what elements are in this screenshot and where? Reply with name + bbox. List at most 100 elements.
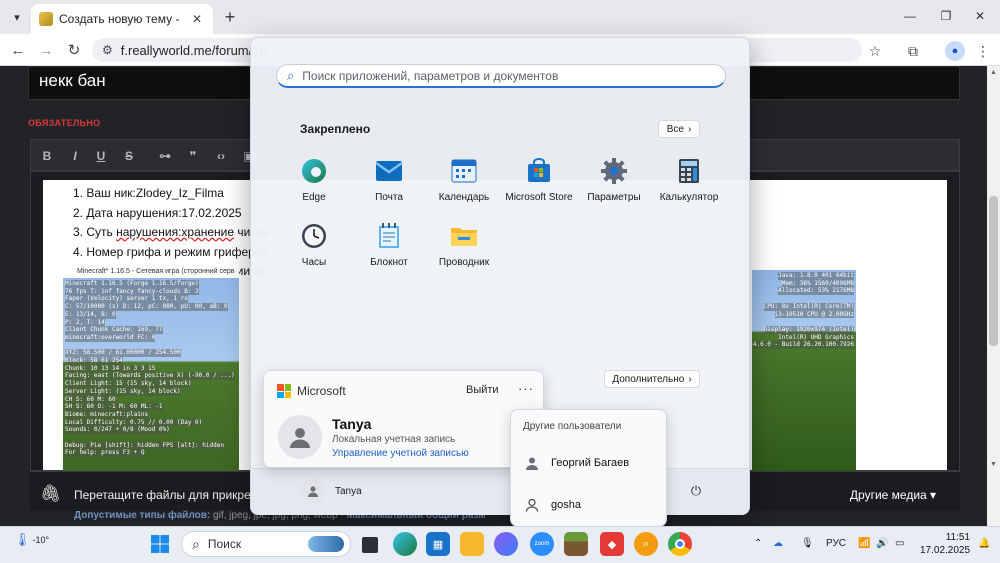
link-icon[interactable]: ⊶ [157,148,173,164]
folder-icon[interactable] [460,532,484,556]
speaker-icon[interactable]: 🔊 [876,538,888,549]
debug-line [850,295,854,303]
bold-icon[interactable]: B [39,148,55,164]
scroll-down-icon[interactable]: ▼ [987,458,1000,470]
quote-icon[interactable]: ❞ [185,148,201,164]
taskbar-clock[interactable]: 11:51 17.02.2025 [920,531,970,557]
account-name: Tanya [332,416,372,432]
start-search[interactable]: ⌕ [276,64,726,88]
debug-line: Server Light: (15 sky, 14 block) [65,387,181,396]
debug-line: CH S: 60 M: 60 [65,395,116,404]
chevron-right-icon: › [687,123,692,135]
tab-list-icon[interactable]: ▾ [6,6,28,28]
pinned-app-mail[interactable]: Почта [346,156,432,216]
power-icon[interactable]: ⏻ [687,482,705,500]
page-scrollbar[interactable]: ▲ ▼ [987,66,1000,526]
pinned-app-settings[interactable]: Параметры [571,156,657,216]
plus-icon[interactable]: + [219,6,241,28]
other-media-button[interactable]: Другие медиа ▾ [843,484,943,506]
app-label: Календарь [438,192,490,203]
alice-assistant-icon[interactable] [494,532,518,556]
pinned-app-calendar[interactable]: Календарь [421,156,507,216]
onedrive-icon[interactable]: ☁ [773,538,783,549]
more-button[interactable]: Дополнительно › [604,370,700,388]
weather-widget[interactable]: 🌡 -10° [14,532,49,548]
code-icon[interactable]: ‹› [213,148,229,164]
pinned-app-clock[interactable]: Часы [271,221,357,281]
debug-line: For help: press F3 + Q [65,449,145,458]
more-label: Дополнительно [612,373,685,385]
notepad-icon [374,221,404,251]
chevron-up-icon[interactable]: ⌃ [754,538,762,549]
debug-line: minecraft:overworld FC: 0 [65,333,156,342]
chrome-icon[interactable] [668,532,692,556]
other-user-item[interactable]: Георгий Багаев [525,456,629,470]
chevron-right-icon: › [688,373,692,385]
italic-icon[interactable]: I [67,148,83,164]
store-icon [524,156,554,186]
profile-icon[interactable]: ● [945,41,965,61]
mail-icon [374,156,404,186]
pinned-app-store[interactable]: Microsoft Store [496,156,582,216]
window-close-icon[interactable]: ✕ [968,5,992,27]
pinned-app-edge[interactable]: Edge [271,156,357,216]
minecraft-icon[interactable] [564,532,588,556]
search-app-icon[interactable]: ⌕ [634,532,658,556]
scrollbar-thumb[interactable] [989,196,998,346]
store-icon[interactable]: ▦ [426,532,450,556]
debug-overlay: Minecraft 1.16.5 (Forge 1.16.5/forge) 76 … [65,280,235,458]
browser-tab[interactable]: Создать новую тему - ReallyW ✕ [31,4,213,34]
task-view-icon[interactable] [362,537,378,553]
debug-line: Client Chunk Cache: 169, 77 [65,326,163,334]
taskbar-search[interactable]: ⌕ Поиск [181,531,351,557]
minimize-icon[interactable]: — [898,5,922,27]
close-icon[interactable]: ✕ [189,12,205,26]
debug-line: Local Difficulty: 0.75 // 0.00 (Day 0) [65,418,203,427]
pinned-app-notepad[interactable]: Блокнот [346,221,432,281]
screenshot-title-bar: Minecraft* 1.16.5 - Сетевая игра (сторон… [63,266,239,278]
back-icon[interactable]: ← [8,40,28,60]
more-options-icon[interactable]: ··· [518,381,534,396]
battery-icon[interactable]: ▭ [895,538,904,549]
wifi-icon[interactable]: 📶 [858,538,870,549]
star-icon[interactable]: ☆ [866,42,884,60]
windows-start-icon[interactable] [148,532,172,556]
restore-icon[interactable]: ❐ [934,5,958,27]
debug-line: Debug: Pie [shift]: hidden FPS [alt]: hi… [65,441,224,450]
strikethrough-icon[interactable]: S [121,148,137,164]
scroll-up-icon[interactable]: ▲ [987,66,1000,78]
underline-icon[interactable]: U [93,148,109,164]
debug-overlay-right: Java: 1.8.0_401 64bit Mem: 38% 1560/4096M… [752,272,854,350]
debug-line: Display: 1920x974 (Intel) [763,325,854,334]
microphone-icon[interactable]: 🎙 [801,538,814,549]
debug-line [65,342,69,350]
anydesk-icon[interactable]: ◆ [600,532,624,556]
forward-icon[interactable]: → [36,40,56,60]
search-icon: ⌕ [287,67,295,83]
reload-icon[interactable]: ↻ [64,40,84,60]
app-label: Microsoft Store [505,192,573,203]
notification-icon[interactable]: 🔔 [978,538,990,549]
extensions-icon[interactable]: ⧉ [904,42,922,60]
all-apps-button[interactable]: Все › [658,120,700,138]
thermometer-icon: 🌡 [14,532,31,547]
other-user-item[interactable]: gosha [525,498,581,512]
language-indicator[interactable]: РУС [826,538,846,549]
all-apps-label: Все [666,123,684,135]
debug-line: Intel(R) UHD Graphics [778,333,854,342]
zoom-icon[interactable]: zoom [530,532,554,556]
start-search-input[interactable] [302,68,703,83]
clock-time: 11:51 [945,532,970,543]
footer-user-button[interactable]: Tanya [301,479,362,503]
pinned-app-calculator[interactable]: Калькулятор [646,156,732,216]
manage-account-link[interactable]: Управление учетной записью [332,448,469,459]
minecraft-screenshot[interactable]: Minecraft* 1.16.5 - Сетевая игра (сторон… [63,266,239,476]
drop-files-text[interactable]: Перетащите файлы для прикрепл [74,488,264,502]
site-info-icon[interactable]: ⚙ [102,43,113,57]
other-users-heading: Другие пользователи [523,421,622,432]
menu-icon[interactable]: ⋮ [974,42,992,60]
sign-out-button[interactable]: Выйти [466,384,499,396]
clock-icon [299,221,329,251]
edge-icon[interactable] [393,532,417,556]
pinned-app-explorer[interactable]: Проводник [421,221,507,281]
